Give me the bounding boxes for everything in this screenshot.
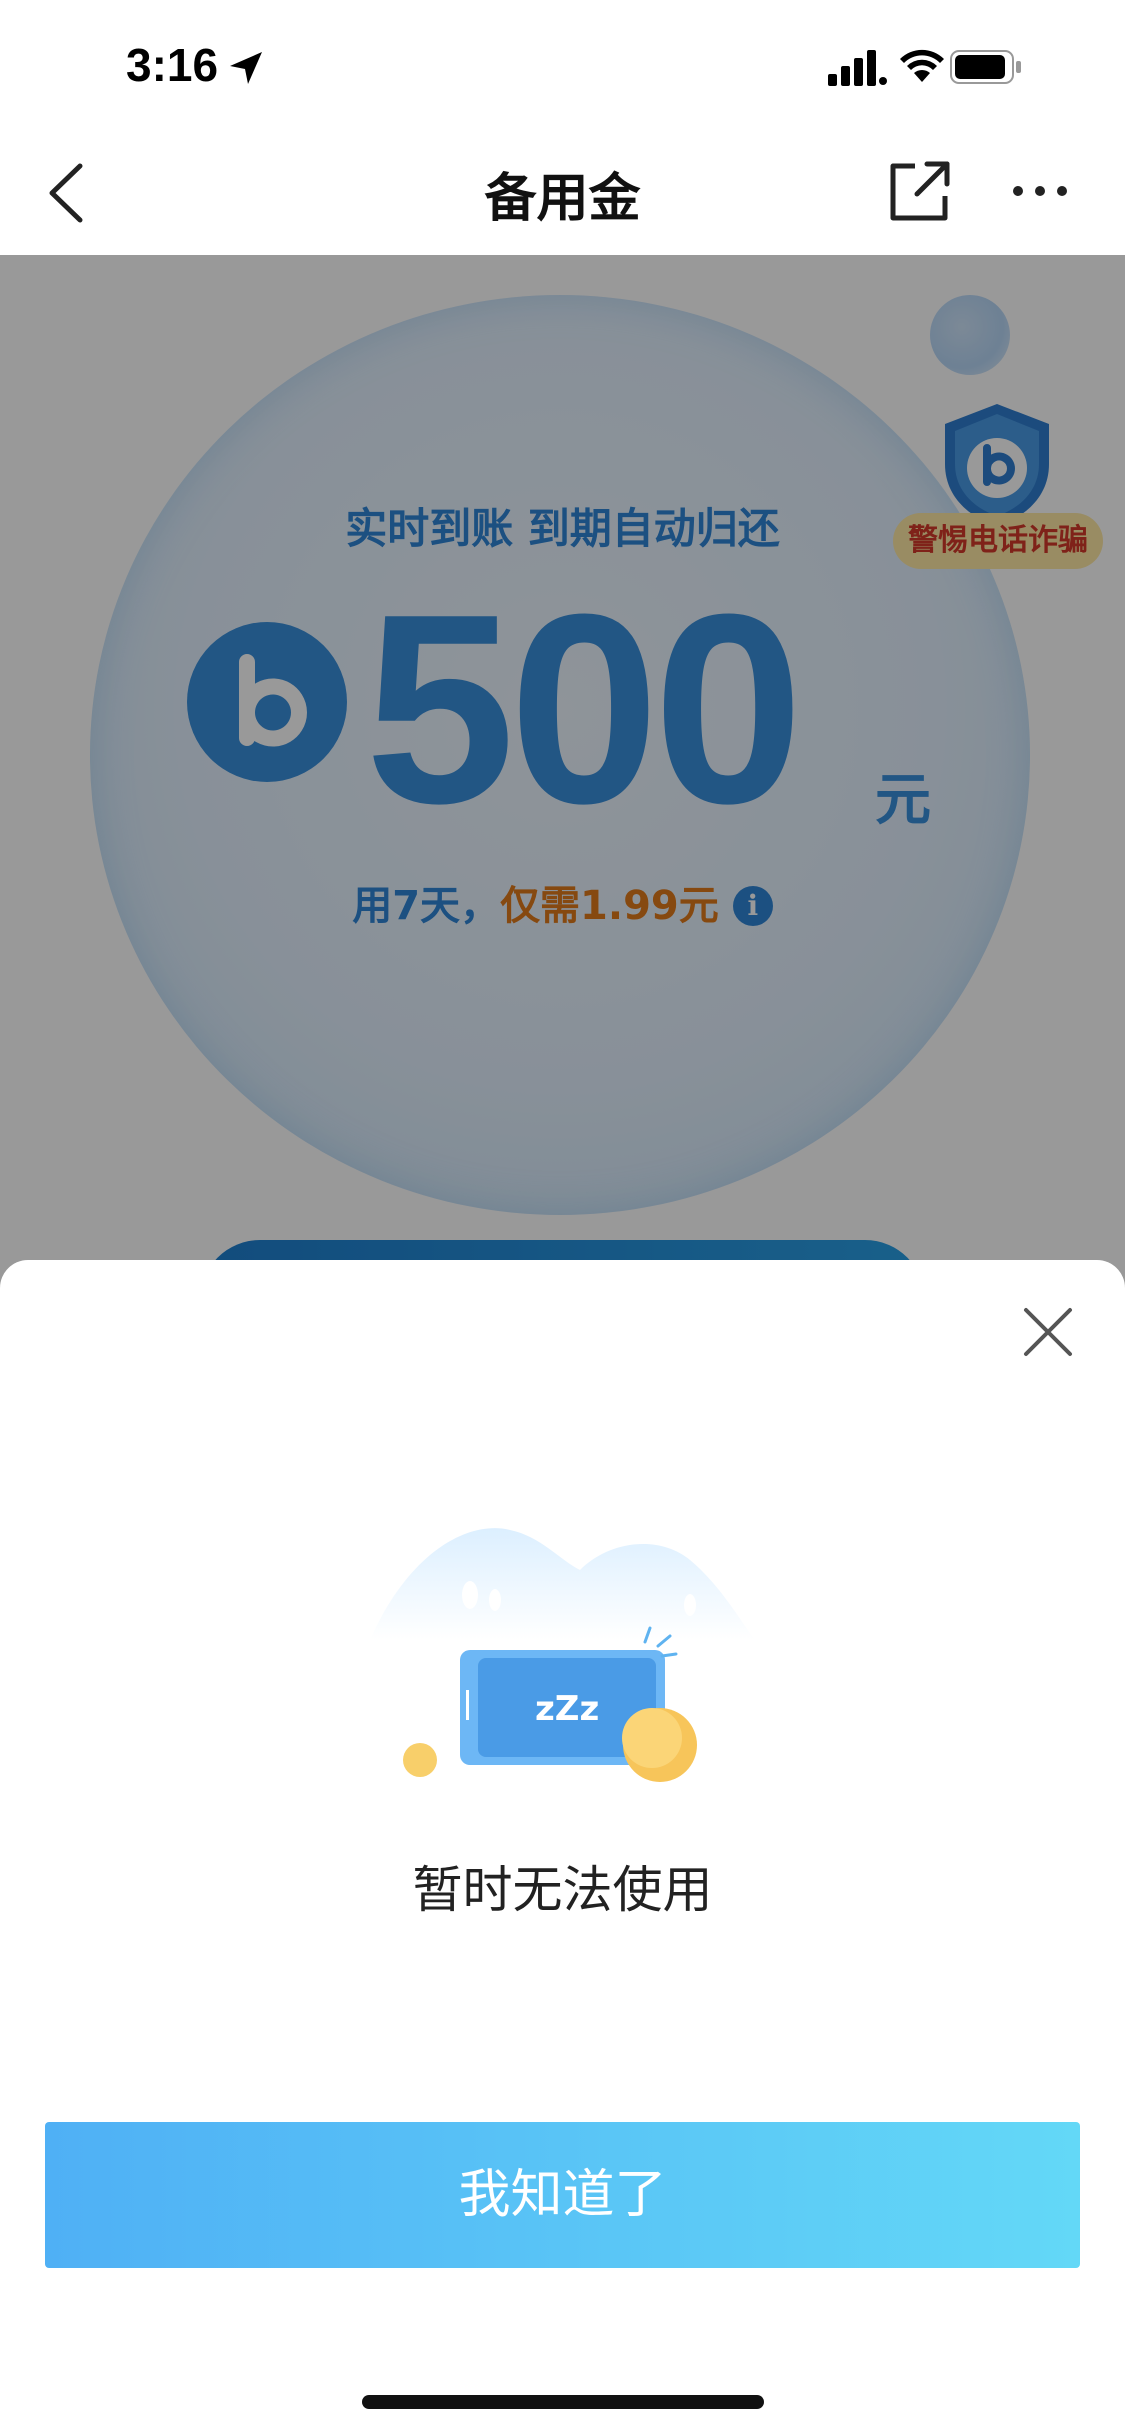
wifi-icon [900,49,944,82]
close-icon[interactable] [1020,1304,1076,1360]
sleep-zzz-text: zZz [535,1689,599,1729]
location-arrow-icon [230,52,262,84]
acknowledge-button[interactable]: 我知道了 [45,2122,1080,2268]
battery-icon [950,50,1021,84]
more-options-icon[interactable] [1010,176,1070,206]
status-bar: 3:16 [0,0,1125,130]
unavailable-message: 暂时无法使用 [412,1861,713,1919]
home-indicator[interactable] [362,2395,764,2409]
status-time: 3:16 [126,39,219,91]
share-external-icon[interactable] [885,156,955,226]
app-screen: 3:16 备用金 警惕电话诈骗 实时到账 到期自动归还 500 元 用7天，仅需… [0,0,1125,2436]
sleeping-device-illustration: zZz [370,1528,755,1782]
nav-bar: 备用金 [0,130,1125,255]
unavailable-dialog: zZz 暂时无法使用 我知道了 [0,1260,1125,2436]
page-title: 备用金 [484,169,641,229]
cellular-signal-icon [828,50,887,86]
